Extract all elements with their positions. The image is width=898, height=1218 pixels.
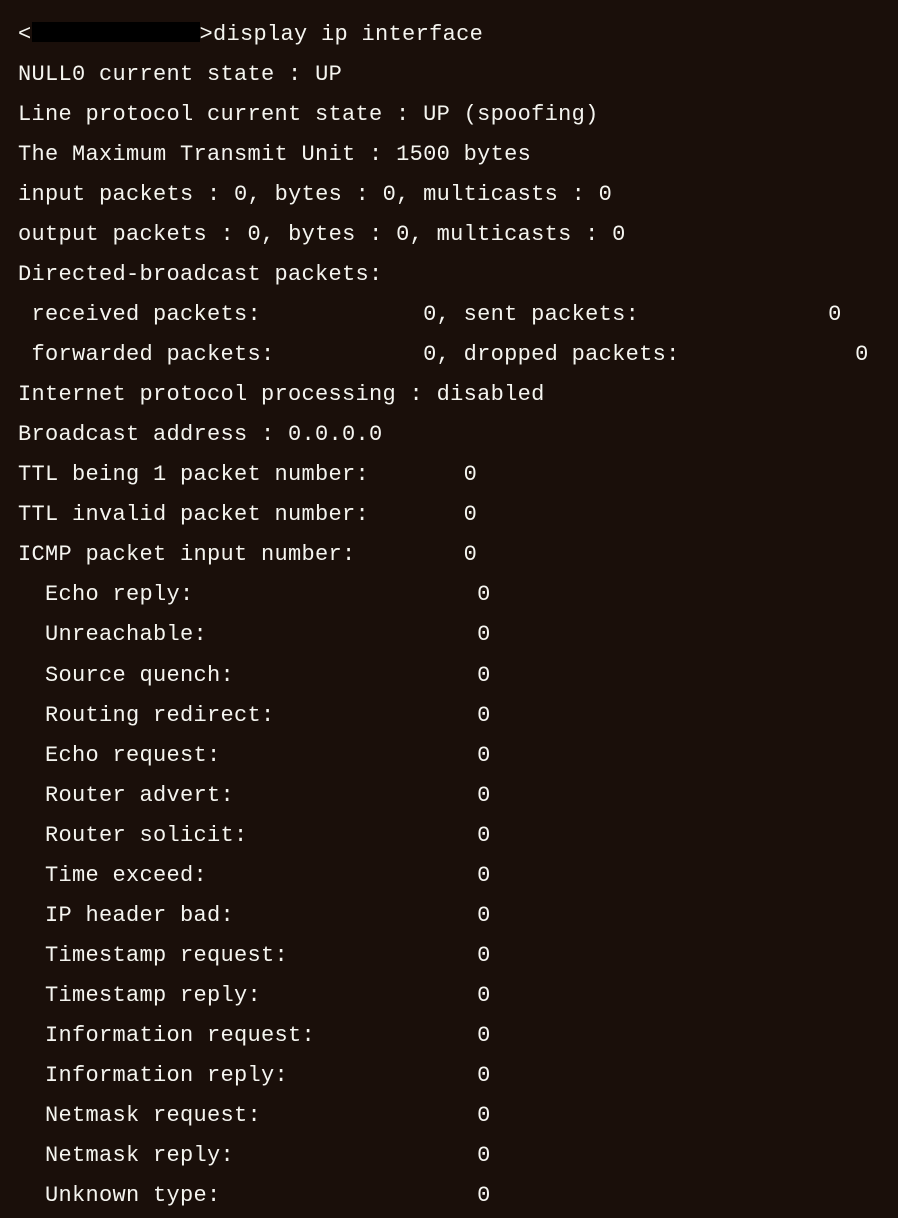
dropped-packets-value: 0 bbox=[855, 342, 869, 367]
output-multicasts-value: 0 bbox=[612, 222, 626, 247]
mtu-line: The Maximum Transmit Unit : 1500 bytes bbox=[18, 135, 880, 175]
received-sent-line: received packets: 0, sent packets: 0 bbox=[18, 295, 880, 335]
ttl-being-1-line: TTL being 1 packet number: 0 bbox=[18, 455, 880, 495]
echo-reply-line: Echo reply: 0 bbox=[18, 575, 880, 615]
ttl-invalid-line: TTL invalid packet number: 0 bbox=[18, 495, 880, 535]
mtu-value: 1500 bytes bbox=[396, 142, 531, 167]
router-advert-line: Router advert: 0 bbox=[18, 776, 880, 816]
current-state-value: UP bbox=[315, 62, 342, 87]
icmp-input-value: 0 bbox=[464, 542, 478, 567]
output-packets-line: output packets : 0, bytes : 0, multicast… bbox=[18, 215, 880, 255]
input-bytes-value: 0 bbox=[383, 182, 397, 207]
information-request-value: 0 bbox=[477, 1023, 491, 1048]
unknown-type-line: Unknown type: 0 bbox=[18, 1176, 880, 1216]
netmask-request-line: Netmask request: 0 bbox=[18, 1096, 880, 1136]
output-bytes-value: 0 bbox=[396, 222, 410, 247]
received-packets-value: 0 bbox=[423, 302, 437, 327]
information-request-line: Information request: 0 bbox=[18, 1016, 880, 1056]
router-advert-value: 0 bbox=[477, 783, 491, 808]
netmask-request-value: 0 bbox=[477, 1103, 491, 1128]
hostname-redacted bbox=[32, 22, 200, 42]
icmp-input-line: ICMP packet input number: 0 bbox=[18, 535, 880, 575]
unreachable-line: Unreachable: 0 bbox=[18, 615, 880, 655]
echo-request-line: Echo request: 0 bbox=[18, 736, 880, 776]
input-packets-value: 0 bbox=[234, 182, 248, 207]
line-protocol-value: UP (spoofing) bbox=[423, 102, 599, 127]
timestamp-reply-line: Timestamp reply: 0 bbox=[18, 976, 880, 1016]
echo-reply-value: 0 bbox=[477, 582, 491, 607]
interface-state-line: NULL0 current state : UP bbox=[18, 55, 880, 95]
routing-redirect-line: Routing redirect: 0 bbox=[18, 696, 880, 736]
source-quench-value: 0 bbox=[477, 663, 491, 688]
prompt-open: < bbox=[18, 22, 32, 47]
ip-header-bad-line: IP header bad: 0 bbox=[18, 896, 880, 936]
time-exceed-value: 0 bbox=[477, 863, 491, 888]
timestamp-request-line: Timestamp request: 0 bbox=[18, 936, 880, 976]
input-multicasts-value: 0 bbox=[599, 182, 613, 207]
information-reply-line: Information reply: 0 bbox=[18, 1056, 880, 1096]
echo-request-value: 0 bbox=[477, 743, 491, 768]
line-protocol-line: Line protocol current state : UP (spoofi… bbox=[18, 95, 880, 135]
unreachable-value: 0 bbox=[477, 622, 491, 647]
forwarded-packets-value: 0 bbox=[423, 342, 437, 367]
ttl-invalid-value: 0 bbox=[464, 502, 478, 527]
sent-packets-value: 0 bbox=[828, 302, 842, 327]
broadcast-address-line: Broadcast address : 0.0.0.0 bbox=[18, 415, 880, 455]
netmask-reply-line: Netmask reply: 0 bbox=[18, 1136, 880, 1176]
broadcast-address-value: 0.0.0.0 bbox=[288, 422, 383, 447]
ip-header-bad-value: 0 bbox=[477, 903, 491, 928]
information-reply-value: 0 bbox=[477, 1063, 491, 1088]
input-packets-line: input packets : 0, bytes : 0, multicasts… bbox=[18, 175, 880, 215]
router-solicit-line: Router solicit: 0 bbox=[18, 816, 880, 856]
prompt-line: < >display ip interface bbox=[18, 15, 880, 55]
ip-processing-line: Internet protocol processing : disabled bbox=[18, 375, 880, 415]
source-quench-line: Source quench: 0 bbox=[18, 656, 880, 696]
routing-redirect-value: 0 bbox=[477, 703, 491, 728]
ip-processing-value: disabled bbox=[437, 382, 545, 407]
command-text: display ip interface bbox=[213, 22, 483, 47]
directed-broadcast-header: Directed-broadcast packets: bbox=[18, 255, 880, 295]
netmask-reply-value: 0 bbox=[477, 1143, 491, 1168]
router-solicit-value: 0 bbox=[477, 823, 491, 848]
forwarded-dropped-line: forwarded packets: 0, dropped packets: 0 bbox=[18, 335, 880, 375]
ttl-being-1-value: 0 bbox=[464, 462, 478, 487]
interface-name: NULL0 bbox=[18, 62, 86, 87]
output-packets-value: 0 bbox=[248, 222, 262, 247]
prompt-close: > bbox=[200, 22, 214, 47]
timestamp-request-value: 0 bbox=[477, 943, 491, 968]
unknown-type-value: 0 bbox=[477, 1183, 491, 1208]
timestamp-reply-value: 0 bbox=[477, 983, 491, 1008]
time-exceed-line: Time exceed: 0 bbox=[18, 856, 880, 896]
